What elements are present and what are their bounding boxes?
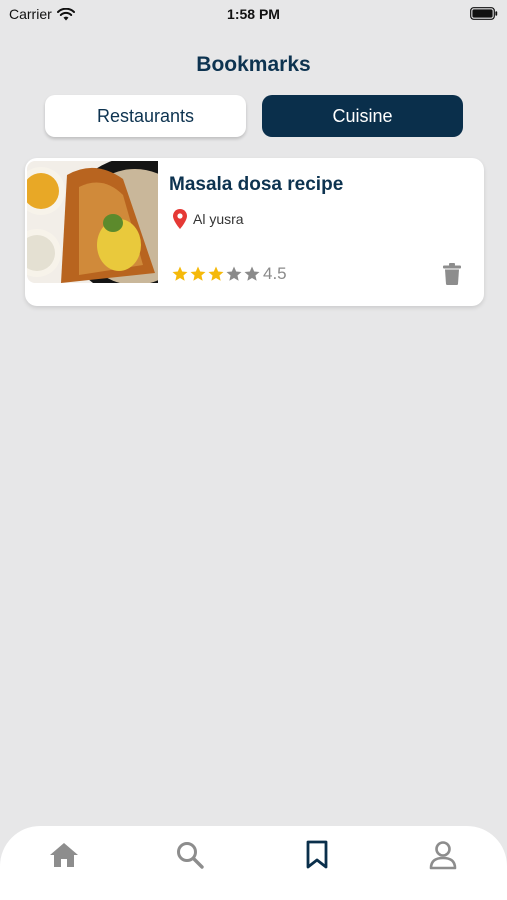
tab-search[interactable] (173, 838, 207, 872)
star-empty-icon (244, 266, 260, 281)
tab-bookmarks[interactable] (300, 838, 334, 872)
tab-home[interactable] (47, 838, 81, 872)
bookmark-icon (306, 840, 328, 869)
star-filled-icon (190, 266, 206, 281)
location-pin-icon (173, 209, 187, 229)
trash-icon (443, 263, 461, 285)
status-bar: Carrier 1:58 PM (0, 0, 507, 28)
delete-bookmark-button[interactable] (442, 262, 462, 291)
masala-dosa-image (27, 161, 158, 283)
star-filled-icon (208, 266, 224, 281)
bookmark-type-segmented-control: Restaurants Cuisine (45, 95, 463, 138)
battery-icon (470, 7, 498, 20)
restaurants-tab[interactable]: Restaurants (45, 95, 246, 137)
cuisine-tab[interactable]: Cuisine (262, 95, 463, 137)
tab-profile[interactable] (426, 838, 460, 872)
star-filled-icon (172, 266, 188, 281)
location-label: Al yusra (193, 211, 244, 227)
home-icon (50, 843, 78, 867)
status-time: 1:58 PM (227, 6, 280, 22)
star-empty-icon (226, 266, 242, 281)
profile-icon (429, 841, 457, 870)
bookmark-card[interactable]: Masala dosa recipe Al yusra 4.5 (25, 158, 484, 306)
bottom-tab-bar (0, 826, 507, 900)
bookmark-title: Masala dosa recipe (169, 174, 344, 195)
rating-value: 4.5 (263, 264, 287, 283)
rating: 4.5 (171, 264, 287, 284)
search-icon (177, 842, 204, 869)
page-title: Bookmarks (196, 53, 311, 76)
bookmark-location: Al yusra (173, 209, 244, 229)
